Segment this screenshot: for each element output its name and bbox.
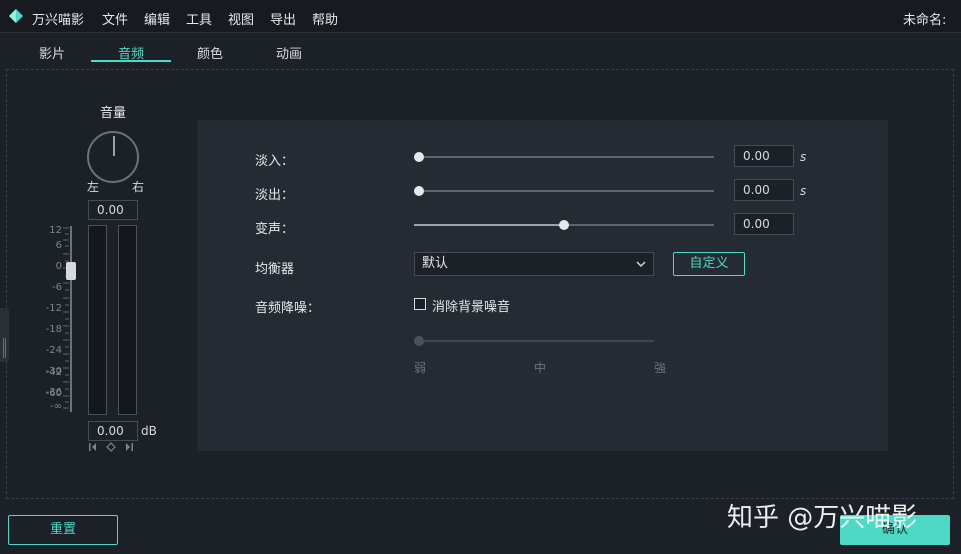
grip-icon [3, 338, 6, 358]
pan-knob[interactable] [87, 131, 139, 183]
db-tick-label: 0 [55, 261, 62, 272]
denoise-checkbox-label[interactable]: 消除背景噪音 [432, 296, 510, 315]
filmora-logo-icon [9, 9, 23, 23]
equalizer-select[interactable]: 默认 [414, 252, 654, 276]
db-tick-label: -42 [45, 367, 62, 378]
db-tick-label: -12 [45, 303, 62, 314]
reset-button[interactable]: 重置 [8, 515, 118, 545]
menu-edit[interactable]: 编辑 [144, 9, 170, 28]
knob-indicator [113, 136, 115, 156]
tab-bar: 影片 音频 颜色 动画 [0, 33, 961, 63]
pan-left-step-icon[interactable] [89, 443, 96, 451]
denoise-checkbox[interactable] [414, 298, 426, 310]
fade-in-slider-thumb[interactable] [414, 152, 424, 162]
fade-out-slider-track[interactable] [414, 190, 714, 192]
volume-title: 音量 [99, 106, 126, 121]
db-value-input[interactable]: 0.00 [88, 421, 138, 441]
pitch-label: 变声： [255, 222, 295, 237]
db-tick-label: 12 [49, 225, 62, 236]
pan-controls [89, 442, 133, 452]
pan-right-label: 右 [132, 180, 145, 194]
level-meter-right [118, 225, 137, 415]
audio-settings-panel [197, 120, 888, 451]
fade-out-unit: s [800, 184, 807, 198]
pan-center-icon[interactable] [106, 442, 116, 452]
level-meter-left [88, 225, 107, 415]
menu-view[interactable]: 视图 [228, 9, 254, 28]
app-name: 万兴喵影 [32, 13, 85, 28]
denoise-weak-label: 弱 [414, 361, 427, 375]
db-unit-label: dB [141, 424, 157, 438]
tab-animation[interactable]: 动画 [249, 43, 329, 62]
fade-out-label: 淡出： [255, 188, 295, 203]
db-tick-label: -60 [45, 388, 62, 399]
fade-in-unit: s [800, 150, 807, 164]
menu-bar: 万兴喵影 文件 编辑 工具 视图 导出 帮助 未命名: [0, 0, 961, 33]
tab-video[interactable]: 影片 [12, 43, 92, 62]
fade-in-slider-track[interactable] [414, 156, 714, 158]
denoise-slider-thumb[interactable] [414, 336, 424, 346]
fade-out-input[interactable]: 0.00 [734, 179, 794, 201]
equalizer-selected-value: 默认 [422, 256, 449, 271]
pan-value-input[interactable]: 0.00 [88, 200, 138, 220]
fade-out-slider-thumb[interactable] [414, 186, 424, 196]
db-tick-label: 6 [55, 240, 62, 251]
pan-left-label: 左 [87, 180, 100, 194]
menu-tools[interactable]: 工具 [186, 9, 212, 28]
equalizer-custom-button[interactable]: 自定义 [673, 252, 745, 276]
watermark-text: 知乎 @万兴喵影 [727, 503, 918, 533]
pitch-input[interactable]: 0.00 [734, 213, 794, 235]
denoise-slider-track[interactable] [414, 340, 654, 342]
fade-in-label: 淡入： [255, 154, 295, 169]
db-tick-label: -18 [45, 324, 62, 335]
volume-slider-track[interactable] [70, 226, 72, 412]
pan-right-step-icon[interactable] [126, 443, 133, 451]
equalizer-label: 均衡器 [255, 262, 295, 277]
document-title: 未命名: [903, 13, 947, 28]
active-tab-indicator [91, 60, 171, 62]
denoise-strong-label: 強 [654, 361, 667, 375]
menu-export[interactable]: 导出 [270, 9, 296, 28]
db-tick-label: -∞ [50, 401, 62, 412]
db-tick-label: -6 [52, 282, 62, 293]
fade-in-input[interactable]: 0.00 [734, 145, 794, 167]
menu-help[interactable]: 帮助 [312, 9, 338, 28]
chevron-down-icon [636, 261, 646, 267]
volume-slider-thumb[interactable] [66, 262, 76, 280]
pitch-slider-fill [414, 224, 564, 226]
tab-color[interactable]: 颜色 [170, 43, 250, 62]
pitch-slider-thumb[interactable] [559, 220, 569, 230]
menu-file[interactable]: 文件 [102, 9, 128, 28]
denoise-medium-label: 中 [534, 361, 547, 375]
denoise-label: 音频降噪： [255, 301, 321, 316]
